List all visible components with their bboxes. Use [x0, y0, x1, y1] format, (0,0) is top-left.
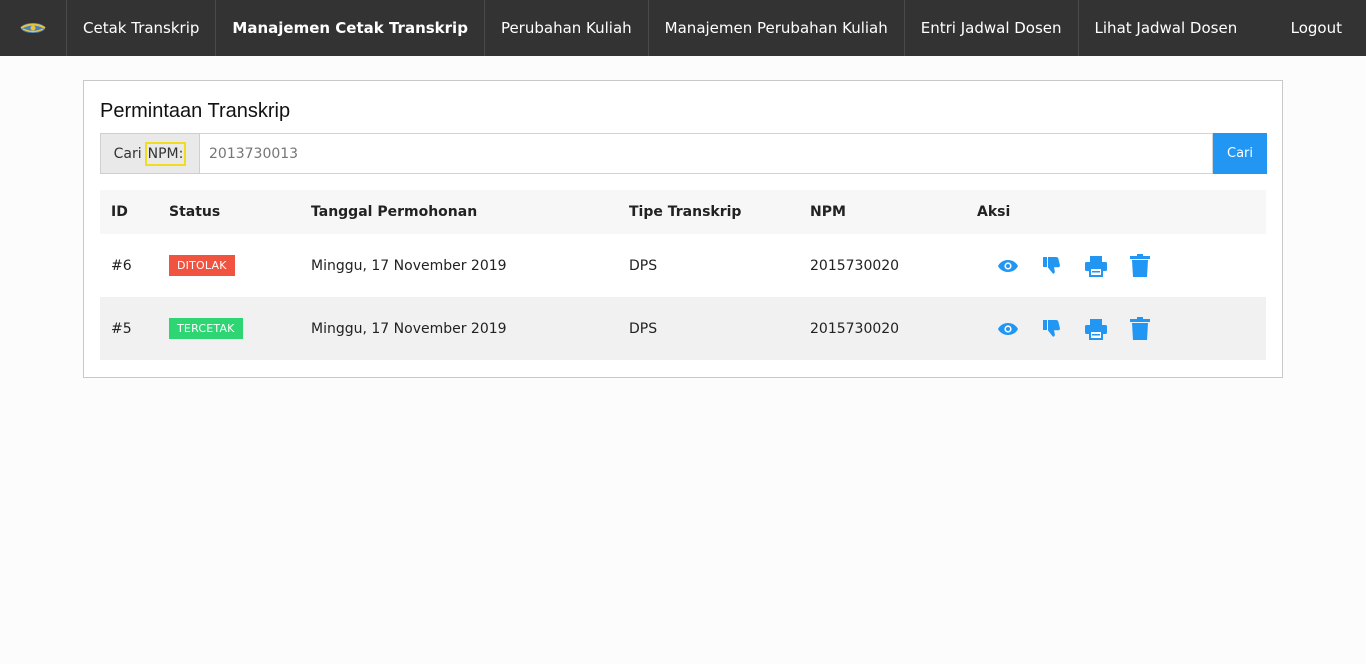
nav-manajemen-cetak-transkrip[interactable]: Manajemen Cetak Transkrip	[216, 0, 485, 56]
nav-perubahan-kuliah[interactable]: Perubahan Kuliah	[485, 0, 649, 56]
nav-entri-jadwal-dosen[interactable]: Entri Jadwal Dosen	[905, 0, 1079, 56]
table-row: #5 TERCETAK Minggu, 17 November 2019 DPS…	[100, 297, 1266, 360]
eye-icon	[998, 259, 1018, 272]
status-badge: DITOLAK	[169, 255, 235, 276]
search-label: Cari NPM:	[100, 133, 200, 174]
nav-lihat-jadwal-dosen[interactable]: Lihat Jadwal Dosen	[1079, 0, 1254, 56]
logout-link[interactable]: Logout	[1275, 0, 1366, 56]
header-aksi: Aksi	[977, 204, 1011, 220]
eye-icon	[998, 322, 1018, 335]
npm-search-input[interactable]	[200, 133, 1213, 174]
top-navbar: Cetak Transkrip Manajemen Cetak Transkri…	[0, 0, 1366, 56]
cell-id: #6	[111, 257, 132, 274]
cell-npm: 2015730020	[810, 320, 900, 337]
status-badge: TERCETAK	[169, 318, 243, 339]
cell-actions	[966, 234, 1266, 297]
logo-icon	[20, 23, 46, 33]
view-button[interactable]	[986, 251, 1030, 281]
cell-date: Minggu, 17 November 2019	[311, 320, 507, 337]
search-bar: Cari NPM: Cari	[100, 133, 1267, 174]
nav-cetak-transkrip[interactable]: Cetak Transkrip	[67, 0, 217, 56]
header-tanggal: Tanggal Permohonan	[311, 204, 478, 220]
cell-type: DPS	[629, 257, 658, 274]
view-button[interactable]	[986, 314, 1030, 344]
trash-icon	[1130, 253, 1150, 277]
transcript-table: ID Status Tanggal Permohonan Tipe Transk…	[100, 190, 1266, 360]
thumbs-down-icon	[1043, 256, 1060, 274]
table-header-row: ID Status Tanggal Permohonan Tipe Transk…	[100, 190, 1266, 234]
delete-button[interactable]	[1118, 314, 1162, 344]
cell-id: #5	[111, 320, 132, 337]
panel-title: Permintaan Transkrip	[100, 100, 291, 122]
reject-button[interactable]	[1030, 251, 1074, 281]
nav-manajemen-perubahan-kuliah[interactable]: Manajemen Perubahan Kuliah	[649, 0, 905, 56]
header-id: ID	[111, 204, 128, 220]
trash-icon	[1130, 316, 1150, 340]
cell-date: Minggu, 17 November 2019	[311, 257, 507, 274]
search-label-npm: NPM:	[144, 141, 187, 166]
header-status: Status	[169, 204, 221, 220]
search-label-prefix: Cari	[113, 145, 142, 162]
print-button[interactable]	[1074, 314, 1118, 344]
print-icon	[1085, 318, 1107, 340]
delete-button[interactable]	[1118, 251, 1162, 281]
thumbs-down-icon	[1043, 319, 1060, 337]
cell-status: DITOLAK	[158, 234, 300, 297]
cell-type: DPS	[629, 320, 658, 337]
header-tipe: Tipe Transkrip	[629, 204, 742, 220]
reject-button[interactable]	[1030, 314, 1074, 344]
transcript-request-panel: Permintaan Transkrip Cari NPM: Cari ID S…	[83, 80, 1283, 378]
header-npm: NPM	[810, 204, 846, 220]
table-row: #6 DITOLAK Minggu, 17 November 2019 DPS …	[100, 234, 1266, 297]
cell-status: TERCETAK	[158, 297, 300, 360]
cell-npm: 2015730020	[810, 257, 900, 274]
print-icon	[1085, 255, 1107, 277]
cell-actions	[966, 297, 1266, 360]
print-button[interactable]	[1074, 251, 1118, 281]
brand-logo[interactable]	[0, 0, 67, 56]
search-button[interactable]: Cari	[1213, 133, 1267, 174]
